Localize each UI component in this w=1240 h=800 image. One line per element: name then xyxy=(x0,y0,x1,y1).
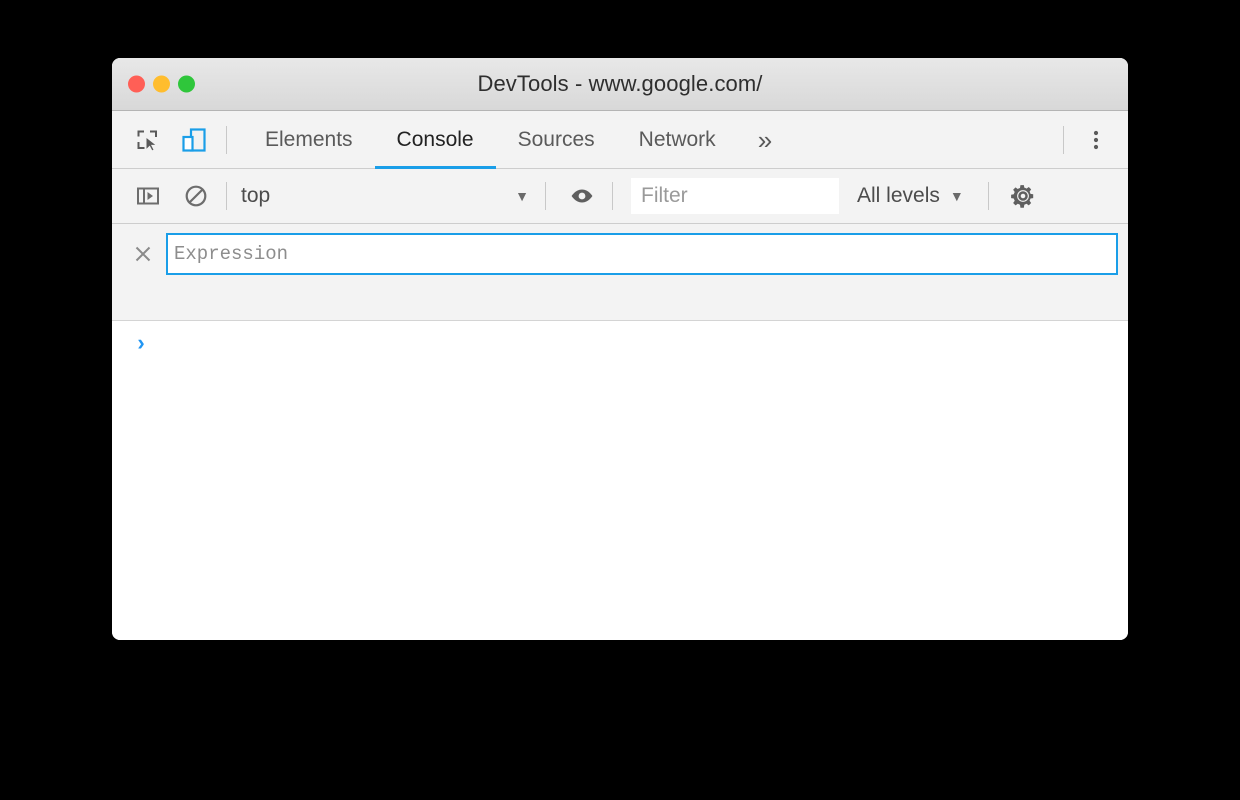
tab-network-label: Network xyxy=(638,127,716,151)
settings-gear-icon xyxy=(1010,185,1033,208)
devtools-tabbar: Elements Console Sources Network » xyxy=(112,111,1128,169)
show-console-sidebar-button[interactable] xyxy=(128,176,168,216)
log-level-value: All levels xyxy=(857,184,940,207)
tab-console[interactable]: Console xyxy=(374,111,496,169)
customize-devtools-button[interactable] xyxy=(1074,118,1118,162)
traffic-lights xyxy=(128,75,195,93)
console-toolbar-separator-3 xyxy=(612,182,613,210)
context-selector-value: top xyxy=(241,184,271,207)
chevron-down-icon: ▼ xyxy=(515,188,529,204)
tab-sources-label: Sources xyxy=(517,127,595,151)
tabbar-separator-left xyxy=(226,125,227,154)
tab-sources[interactable]: Sources xyxy=(496,111,617,168)
live-expression-input[interactable] xyxy=(166,233,1118,275)
window-titlebar: DevTools - www.google.com/ xyxy=(112,58,1128,111)
inspect-element-button[interactable] xyxy=(126,118,170,162)
tab-elements[interactable]: Elements xyxy=(243,111,375,168)
log-level-selector[interactable]: All levels ▼ xyxy=(843,176,978,216)
console-toolbar-separator-2 xyxy=(545,182,546,210)
device-toolbar-icon xyxy=(182,127,206,152)
double-chevron-right-icon: » xyxy=(757,124,773,155)
minimize-window-button[interactable] xyxy=(153,75,170,93)
more-tabs-button[interactable]: » xyxy=(738,111,792,168)
live-expression-pane xyxy=(112,224,1128,321)
tab-network[interactable]: Network xyxy=(617,111,738,168)
close-window-button[interactable] xyxy=(128,75,145,93)
tab-elements-label: Elements xyxy=(265,127,353,151)
console-settings-button[interactable] xyxy=(1003,176,1043,216)
console-toolbar: top ▼ All levels ▼ xyxy=(112,169,1128,224)
chevron-down-icon: ▼ xyxy=(949,188,964,204)
inspect-cursor-icon xyxy=(137,130,158,152)
console-prompt-row: › xyxy=(112,321,1128,355)
console-filter-input[interactable] xyxy=(631,178,839,214)
show-console-sidebar-icon xyxy=(137,187,159,205)
console-toolbar-separator-1 xyxy=(226,182,227,210)
remove-live-expression-button[interactable] xyxy=(126,237,160,271)
console-prompt-chevron-icon: › xyxy=(137,330,145,355)
clear-console-button[interactable] xyxy=(176,176,216,216)
console-prompt-input[interactable] xyxy=(156,333,1128,355)
console-message-area[interactable]: › xyxy=(112,321,1128,640)
window-title: DevTools - www.google.com/ xyxy=(477,71,763,96)
toggle-device-toolbar-button[interactable] xyxy=(172,118,216,162)
devtools-window: DevTools - www.google.com/ Elements Cons… xyxy=(112,58,1128,640)
tabbar-separator-right xyxy=(1063,125,1064,154)
create-live-expression-button[interactable] xyxy=(562,176,602,216)
clear-console-icon xyxy=(185,185,207,207)
live-expression-row xyxy=(112,224,1128,275)
console-toolbar-separator-4 xyxy=(987,182,989,210)
javascript-context-selector[interactable]: top ▼ xyxy=(237,176,535,216)
tabbar-right-group xyxy=(1053,118,1128,162)
tab-console-label: Console xyxy=(396,127,474,151)
zoom-window-button[interactable] xyxy=(178,75,195,93)
more-vertical-icon xyxy=(1093,130,1099,149)
live-expression-eye-icon xyxy=(571,189,593,203)
close-x-icon xyxy=(135,246,151,262)
panel-tabs: Elements Console Sources Network » xyxy=(243,111,792,169)
